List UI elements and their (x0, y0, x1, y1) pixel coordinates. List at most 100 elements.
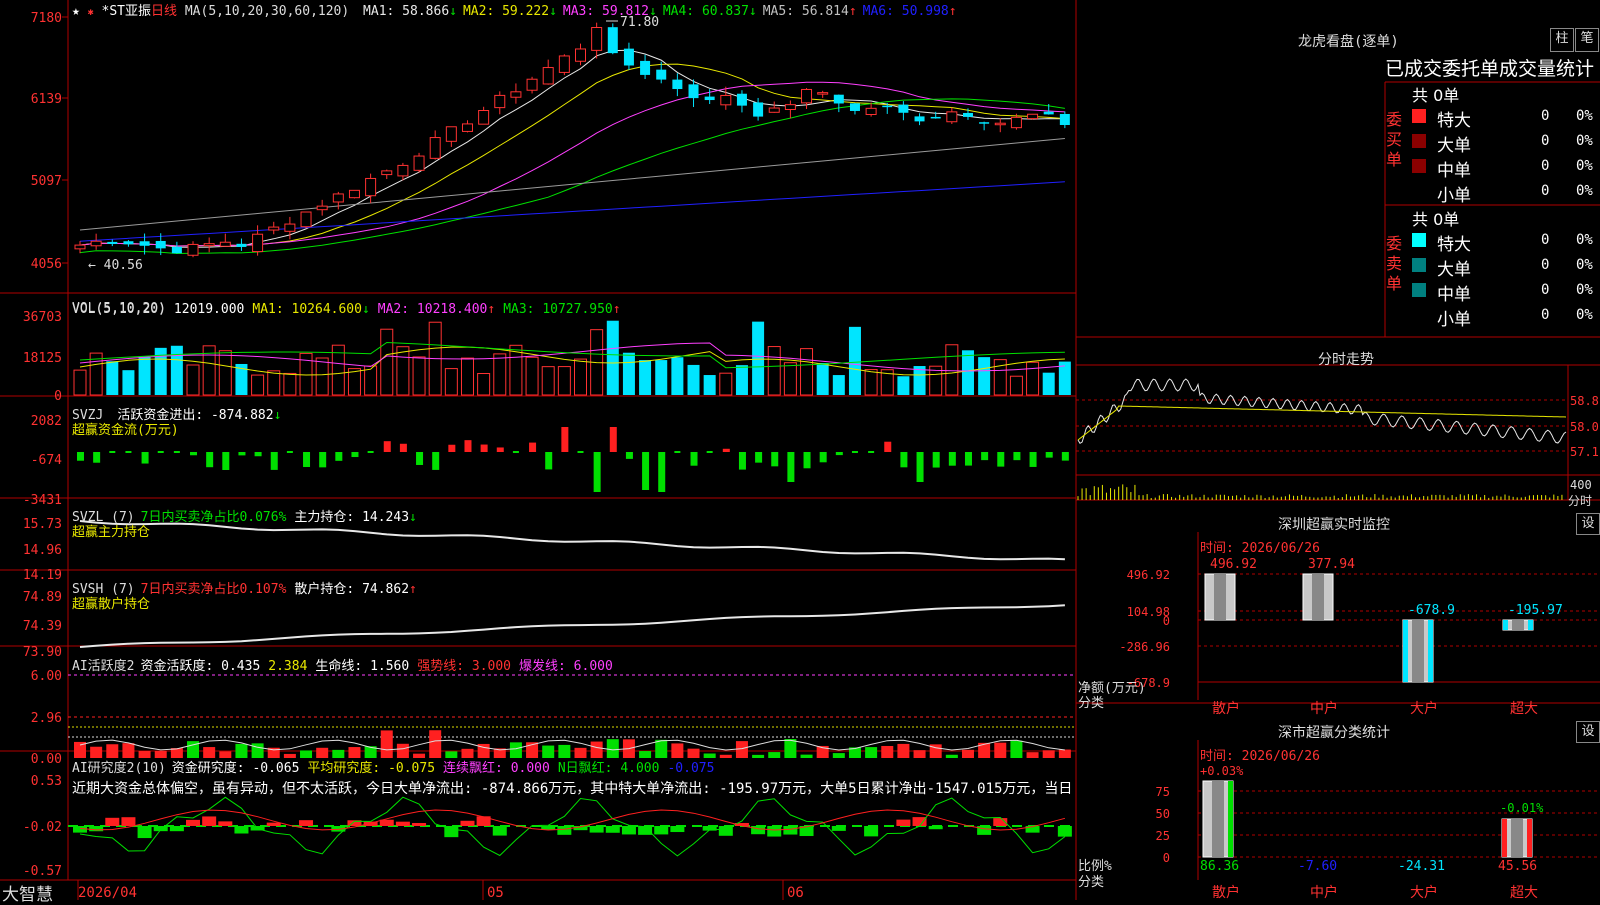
volume-bar (396, 346, 410, 396)
legend-swatch (1412, 233, 1426, 247)
volume-bar (703, 375, 716, 395)
svzj-bar (93, 452, 101, 463)
volume-bar (1009, 375, 1023, 396)
svzj-bar (399, 443, 407, 452)
order-count: 0 (1541, 183, 1550, 199)
indicator-value: N日飘红: 4.000 (557, 761, 660, 776)
ai1-bar (784, 739, 797, 758)
ai1-bar (655, 739, 668, 758)
candle-body (397, 164, 409, 177)
ai2-bar (121, 817, 136, 826)
ma-line (79, 63, 1065, 247)
ai1-bar (1058, 749, 1071, 758)
ma-arrow: ↓ (449, 4, 457, 19)
candle-body (994, 122, 1006, 126)
monitor-y-title: 分类 (1078, 696, 1104, 711)
candle-body (753, 102, 764, 117)
ma-value-label: MA4: 60.837 (662, 4, 749, 19)
indicator-value: 7日内买卖净占比0.076% (140, 510, 287, 525)
candle-body (203, 243, 215, 247)
volume-bar (412, 356, 426, 396)
fund-comment-text: 近期大资金总体偏空，虽有异动，但不太活跃，今日大单净流出: -874.866万元… (72, 781, 1072, 797)
volume-bar (170, 345, 183, 395)
svzj-tick-label: -674 (31, 453, 62, 468)
bar-mode-button[interactable]: 柱 (1550, 28, 1574, 52)
indicator-value: ↓ (361, 302, 370, 317)
ai2-bar (928, 826, 943, 830)
ai2-bar (557, 826, 572, 835)
candle-body (413, 155, 425, 171)
ai1-bar (735, 741, 748, 758)
order-count: 0 (1541, 282, 1550, 298)
classify-y-title: 比例% (1078, 859, 1112, 874)
volume-bar (525, 356, 539, 396)
monitor-category-label: 大户 (1410, 700, 1438, 717)
ai2-bar (751, 826, 766, 835)
indicator-value: 资金研究度: -0.065 (171, 761, 300, 776)
candle-body (155, 240, 166, 249)
volume-bar (945, 344, 959, 396)
svzj-bar (1013, 452, 1021, 461)
tick-mode-button[interactable]: 笔 (1575, 28, 1599, 52)
svzj-bar (900, 452, 908, 468)
order-count: 0 (1541, 158, 1550, 174)
period-label[interactable]: 日线 (151, 4, 177, 19)
candle-body (1043, 111, 1054, 115)
svzj-bar (141, 452, 149, 464)
side-label-char: 委 (1386, 234, 1403, 253)
classify-settings-button[interactable]: 设 (1576, 721, 1600, 743)
volume-bar (913, 366, 926, 395)
indicator-header: AI研究度2(10) 资金研究度: -0.065 平均研究度: -0.075 连续飘红… (72, 757, 714, 776)
candle-body (623, 48, 634, 66)
ai2-bar (605, 826, 620, 833)
indicator-value: 7日内买卖净占比0.107% (140, 582, 287, 597)
classify-value-label: -7.60 (1298, 859, 1337, 874)
order-count: 0 (1541, 133, 1550, 149)
candle-body (123, 241, 134, 245)
classify-category-label: 散户 (1212, 884, 1240, 900)
classify-top-label: -0.01% (1500, 801, 1544, 815)
classify-bar-edge (1527, 819, 1532, 857)
price-tick-label: 6139 (31, 92, 62, 107)
volume-bar (460, 357, 474, 396)
price-tick-label: 4056 (31, 257, 62, 272)
candle-body (591, 27, 603, 51)
order-size-label: 特大 (1437, 235, 1471, 255)
svzj-bar (884, 441, 892, 452)
ai2-bar (234, 826, 249, 834)
ai1-tick-label: 2.96 (31, 711, 62, 726)
ma-value-label: MA6: 50.998 (862, 4, 949, 19)
ma-arrow: ↑ (848, 4, 857, 19)
ai2-bar (89, 826, 104, 832)
sell-total: 共 0单 (1412, 210, 1460, 229)
svzj-bar (771, 452, 779, 467)
monitor-bar-shade (1412, 620, 1424, 682)
candle-body (107, 241, 118, 244)
svzj-bar (916, 452, 924, 482)
fenshi-title: 分时走势 (1318, 352, 1374, 368)
volume-bar (251, 374, 265, 396)
indicator-value: MA1: 10264.600 (252, 302, 362, 317)
order-percent: 0% (1576, 108, 1593, 124)
ai1-tick-label: 0.00 (31, 752, 62, 767)
candle-body (720, 94, 732, 106)
monitor-settings-button[interactable]: 设 (1576, 513, 1600, 535)
volume-bar (719, 372, 733, 396)
classify-tick-label: 0 (1163, 851, 1170, 865)
ai1-bar (897, 743, 910, 758)
stock-name[interactable]: *ST亚振 (102, 4, 151, 19)
ai1-line (79, 739, 1065, 751)
candle-body (284, 223, 296, 232)
star-filled-icon[interactable]: ★ (72, 4, 80, 19)
ai2-bar (137, 826, 152, 839)
candle-body (494, 94, 506, 109)
star-outline-icon[interactable]: ✱ (88, 7, 94, 18)
candle-body (656, 69, 667, 80)
candle-body (817, 92, 829, 95)
ai1-bar (832, 753, 845, 758)
ai2-bar (783, 826, 798, 835)
candle-body (688, 84, 699, 99)
candle-body (865, 107, 877, 116)
ai2-bar (621, 826, 636, 835)
candle-body (139, 241, 150, 246)
